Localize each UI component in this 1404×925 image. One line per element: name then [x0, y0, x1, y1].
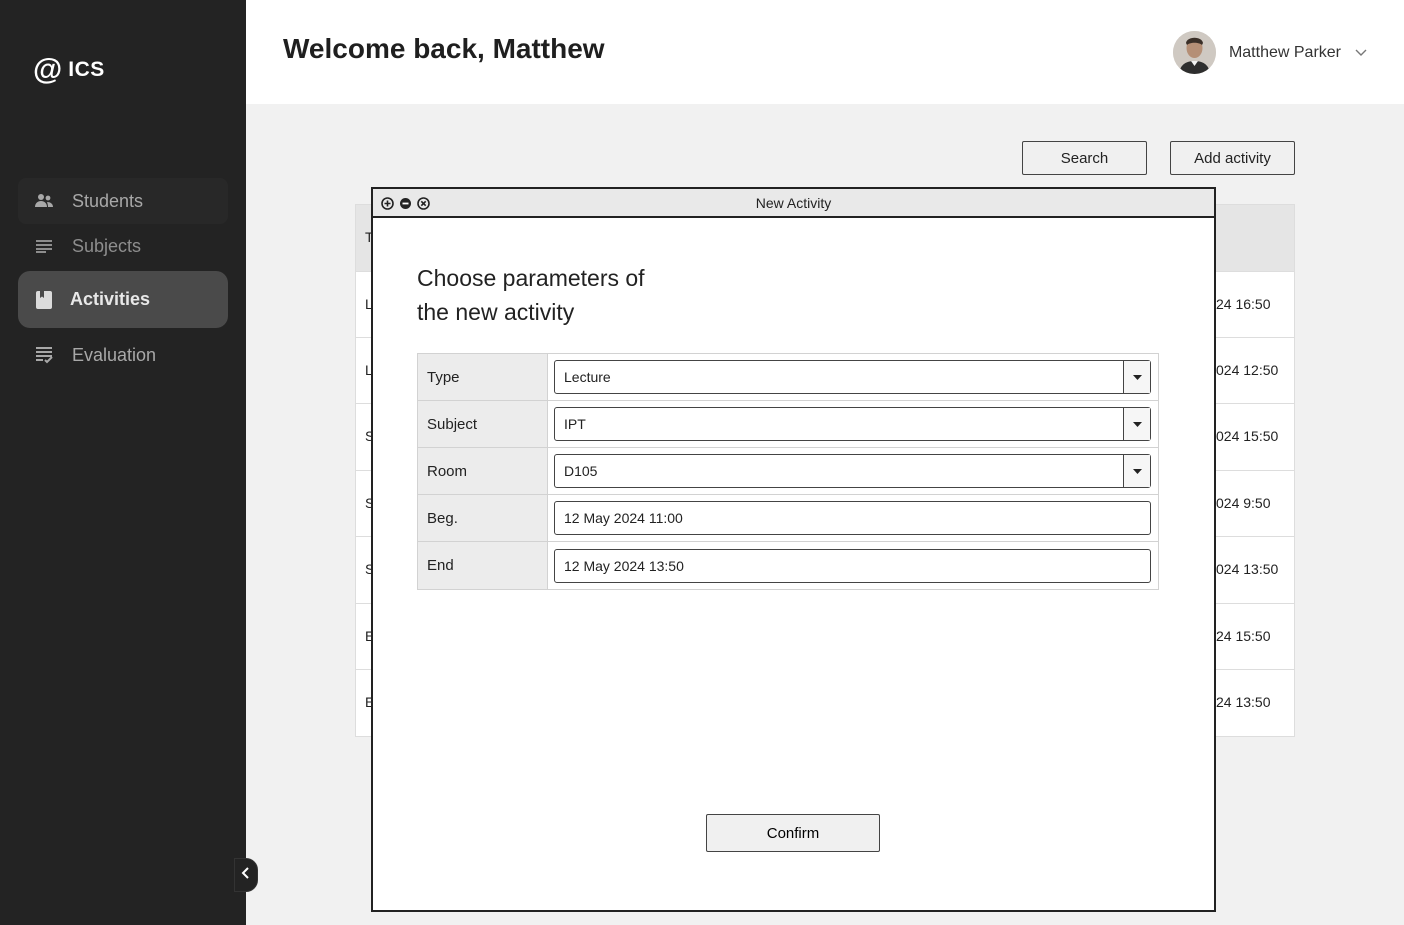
dialog-heading-line: the new activity [417, 299, 575, 325]
input-value: 12 May 2024 11:00 [564, 510, 683, 526]
dropdown-arrow-icon[interactable] [1123, 361, 1150, 393]
people-icon [34, 191, 54, 211]
dialog-titlebar[interactable]: New Activity [373, 189, 1214, 218]
select-value: IPT [564, 416, 586, 432]
form-row-room: Room D105 [418, 448, 1158, 495]
user-name: Matthew Parker [1228, 43, 1341, 61]
header: Welcome back, Matthew Matthew Parker [246, 0, 1404, 104]
chevron-down-icon [1355, 44, 1367, 62]
sidebar-item-label: Activities [70, 289, 151, 309]
end-datetime-input[interactable]: 12 May 2024 13:50 [554, 548, 1151, 583]
dialog-heading-line: Choose parameters of [417, 265, 645, 291]
logo-symbol: @ [33, 53, 63, 86]
add-activity-button[interactable]: Add activity [1170, 141, 1295, 175]
table-cell: 024 13:50 [1216, 561, 1279, 577]
new-activity-dialog: New Activity Choose parameters of the ne… [371, 187, 1216, 912]
form-row-subject: Subject IPT [418, 401, 1158, 448]
sidebar-item-students[interactable]: Students [18, 178, 228, 224]
app-logo[interactable]: @ ICS [33, 53, 105, 86]
sidebar-item-subjects[interactable]: Subjects [18, 224, 228, 268]
avatar [1172, 31, 1216, 74]
subject-select[interactable]: IPT [554, 407, 1151, 441]
user-menu[interactable]: Matthew Parker [1172, 31, 1367, 74]
form-row-end: End 12 May 2024 13:50 [418, 542, 1158, 589]
sidebar-item-evaluation[interactable]: Evaluation [18, 332, 228, 378]
table-cell: 024 12:50 [1216, 362, 1279, 378]
dropdown-arrow-icon[interactable] [1123, 455, 1150, 487]
window-controls [381, 197, 430, 210]
select-value: D105 [564, 463, 598, 479]
checklist-icon [34, 345, 54, 365]
page-title: Welcome back, Matthew [283, 33, 605, 64]
field-label: Subject [418, 401, 548, 447]
maximize-icon[interactable] [381, 197, 394, 210]
lines-icon [34, 236, 54, 256]
table-cell: 24 13:50 [1216, 694, 1271, 710]
sidebar: @ ICS Students Subjects Activities Evalu… [0, 0, 246, 925]
search-button[interactable]: Search [1022, 141, 1147, 175]
sidebar-item-label: Subjects [72, 235, 142, 256]
form-row-begin: Beg. 12 May 2024 11:00 [418, 495, 1158, 542]
sidebar-item-activities[interactable]: Activities [18, 271, 228, 328]
close-icon[interactable] [417, 197, 430, 210]
sidebar-item-label: Students [72, 190, 144, 211]
activity-form: Type Lecture Subject IPT Room D105 Beg. … [417, 353, 1159, 590]
confirm-button[interactable]: Confirm [706, 814, 880, 852]
minimize-icon[interactable] [399, 197, 412, 210]
logo-text: ICS [68, 58, 105, 81]
field-label: Room [418, 448, 548, 494]
sidebar-item-label: Evaluation [72, 344, 157, 365]
field-label: Beg. [418, 495, 548, 541]
begin-datetime-input[interactable]: 12 May 2024 11:00 [554, 501, 1151, 535]
table-cell: 24 15:50 [1216, 628, 1271, 644]
select-value: Lecture [564, 369, 611, 385]
dialog-heading: Choose parameters of the new activity [417, 261, 717, 329]
bookmark-icon [34, 290, 54, 310]
room-select[interactable]: D105 [554, 454, 1151, 488]
input-value: 12 May 2024 13:50 [564, 557, 684, 574]
dropdown-arrow-icon[interactable] [1123, 408, 1150, 440]
collapse-sidebar-button[interactable] [234, 858, 258, 892]
form-row-type: Type Lecture [418, 354, 1158, 401]
field-label: End [418, 542, 548, 589]
table-cell: 24 16:50 [1216, 296, 1271, 312]
field-label: Type [418, 354, 548, 400]
table-cell: 024 15:50 [1216, 428, 1279, 444]
type-select[interactable]: Lecture [554, 360, 1151, 394]
dialog-title: New Activity [755, 195, 832, 211]
chevron-left-icon [241, 866, 251, 885]
table-cell: 024 9:50 [1216, 495, 1271, 511]
